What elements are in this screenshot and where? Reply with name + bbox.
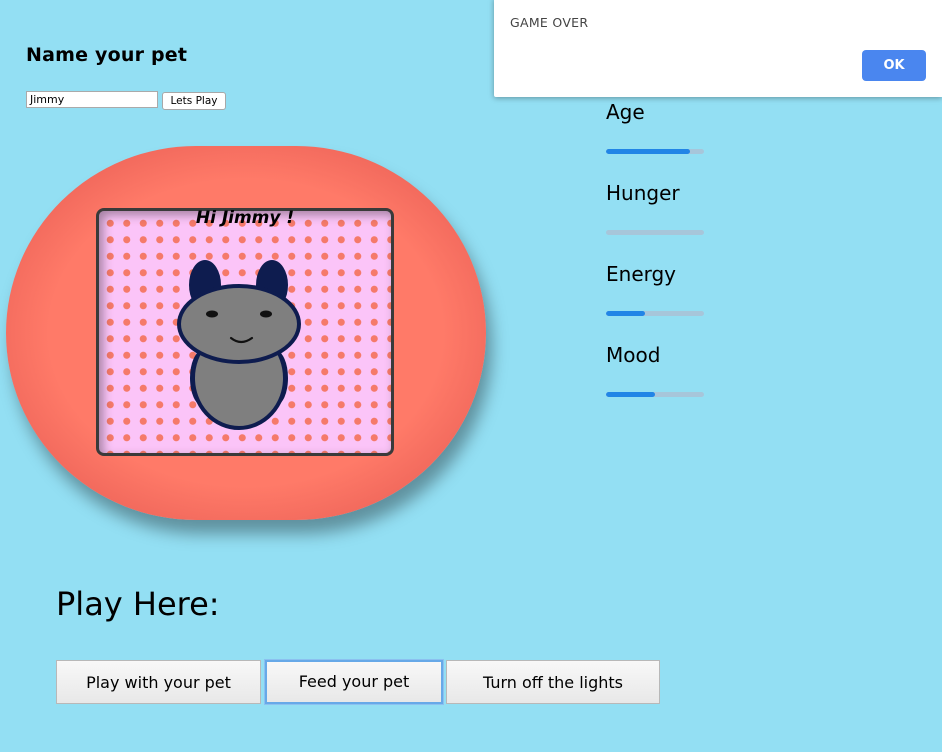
stat-label-hunger: Hunger [606,181,680,205]
greeting-text: Hi Jimmy ! [195,208,295,228]
dialog-message: GAME OVER [510,15,589,30]
pet-character [177,260,301,430]
pet-left-eye [206,310,218,318]
stat-bar-fill [606,311,646,316]
play-here-heading: Play Here: [56,585,220,623]
play-with-pet-button[interactable]: Play with your pet [56,660,261,704]
stat-bar-fill [606,149,691,154]
stat-bar-fill [606,392,655,397]
pet-head [177,284,301,364]
pet-name-input[interactable]: Jimmy [26,91,158,108]
stat-bar-hunger [606,230,704,235]
lets-play-button[interactable]: Lets Play [162,92,226,110]
stat-bar-age [606,149,704,154]
ok-button[interactable]: OK [862,50,926,81]
stat-bar-mood [606,392,704,397]
name-pet-title: Name your pet [26,44,188,66]
pet-right-eye [260,310,272,318]
stat-label-energy: Energy [606,262,677,286]
turn-off-lights-button[interactable]: Turn off the lights [446,660,660,704]
alert-dialog: GAME OVER OK [494,0,942,97]
stat-bar-energy [606,311,704,316]
stat-label-mood: Mood [606,343,661,367]
stat-label-age: Age [606,100,645,124]
feed-pet-button[interactable]: Feed your pet [265,660,443,704]
